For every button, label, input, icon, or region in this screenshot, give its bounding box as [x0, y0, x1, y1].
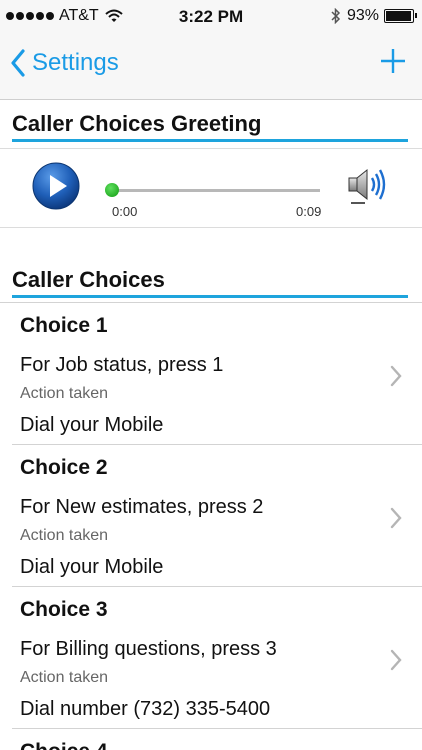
- battery-percent: 93%: [346, 7, 379, 24]
- choice-prompt: For Job status, press 1: [20, 354, 224, 376]
- choice-row-1[interactable]: Choice 1 For Job status, press 1 Action …: [0, 303, 422, 445]
- choice-title: Choice 2: [20, 456, 108, 479]
- choice-row-2[interactable]: Choice 2 For New estimates, press 2 Acti…: [0, 445, 422, 587]
- bluetooth-icon: [331, 8, 341, 24]
- greeting-section-title: Caller Choices Greeting: [12, 111, 262, 136]
- plus-icon: [381, 49, 405, 73]
- chevron-right-icon: [390, 649, 402, 671]
- choice-action: Dial number (732) 335-5400: [20, 698, 271, 720]
- greeting-section-header: Caller Choices Greeting: [0, 100, 422, 148]
- caller-choices-section-title: Caller Choices: [12, 267, 165, 292]
- section-underline: [12, 295, 408, 298]
- status-bar: AT&T 3:22 PM 93%: [0, 0, 422, 34]
- audio-progress-knob[interactable]: [105, 183, 119, 197]
- choice-action-label: Action taken: [20, 527, 109, 544]
- choice-title: Choice 1: [20, 314, 108, 337]
- back-button[interactable]: Settings: [10, 49, 119, 77]
- audio-current-time: 0:00: [112, 204, 138, 219]
- battery-icon: [384, 9, 417, 23]
- audio-duration: 0:09: [296, 204, 322, 219]
- chevron-left-icon: [11, 49, 25, 77]
- audio-progress-track[interactable]: [108, 189, 320, 192]
- section-underline: [12, 139, 408, 142]
- status-right: 93%: [331, 7, 417, 25]
- choice-action: Dial your Mobile: [20, 556, 164, 578]
- add-button[interactable]: [380, 48, 406, 79]
- choice-action-label: Action taken: [20, 669, 109, 686]
- choice-prompt: For Billing questions, press 3: [20, 638, 277, 660]
- choice-title: Choice 4: [20, 740, 108, 750]
- chevron-right-icon: [390, 365, 402, 387]
- play-button[interactable]: [32, 162, 80, 210]
- choice-action-label: Action taken: [20, 385, 109, 402]
- speaker-volume-icon[interactable]: [346, 165, 390, 205]
- choice-row-4[interactable]: Choice 4: [0, 729, 422, 750]
- choice-action: Dial your Mobile: [20, 414, 164, 436]
- chevron-right-icon: [390, 507, 402, 529]
- choice-title: Choice 3: [20, 598, 108, 621]
- back-button-label: Settings: [32, 49, 119, 76]
- choice-row-3[interactable]: Choice 3 For Billing questions, press 3 …: [0, 587, 422, 729]
- caller-choices-section-header: Caller Choices: [0, 255, 422, 303]
- navigation-bar: Settings: [0, 34, 422, 100]
- choice-prompt: For New estimates, press 2: [20, 496, 264, 518]
- greeting-audio-player: 0:00 0:09: [0, 148, 422, 228]
